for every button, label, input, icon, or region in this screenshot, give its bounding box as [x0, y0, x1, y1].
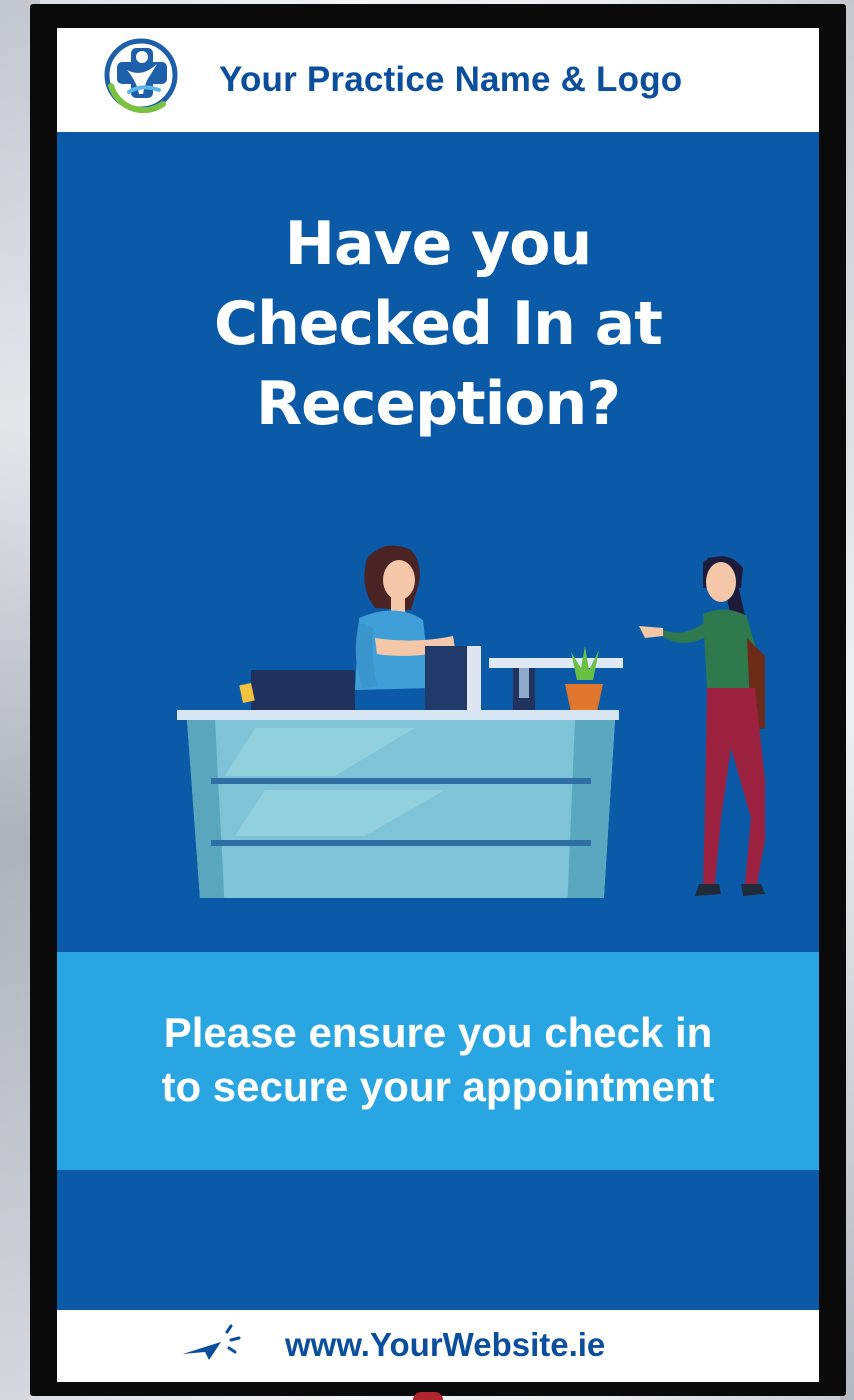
headline-line-3: Reception?: [255, 369, 621, 439]
upper-counter: [489, 658, 623, 668]
potted-plant: [565, 646, 603, 712]
headline: Have you Checked In at Reception?: [57, 204, 819, 444]
header: Your Practice Name & Logo: [57, 28, 819, 132]
footer: www.YourWebsite.ie: [57, 1310, 819, 1382]
check-in-message-band: Please ensure you check in to secure you…: [57, 952, 819, 1170]
practice-name: Your Practice Name & Logo: [219, 60, 683, 99]
desk-top: [177, 710, 619, 720]
message-line-2: to secure your appointment: [161, 1063, 715, 1110]
patient-figure: [639, 556, 765, 896]
computer-monitor: [239, 670, 355, 714]
cursor-click-arrow-icon: [183, 1324, 241, 1360]
display-screen: Your Practice Name & Logo Have you Check…: [57, 28, 819, 1382]
medical-cross-person-logo-icon: [104, 38, 178, 114]
binders: [425, 646, 535, 712]
power-indicator: [413, 1392, 443, 1400]
message-line-1: Please ensure you check in: [163, 1009, 713, 1056]
headline-line-2: Checked In at: [214, 289, 663, 359]
website-link[interactable]: www.YourWebsite.ie: [285, 1326, 605, 1364]
headline-line-1: Have you: [284, 209, 592, 279]
reception-desk: [187, 720, 615, 898]
reception-desk-scene-illustration: [177, 545, 765, 898]
